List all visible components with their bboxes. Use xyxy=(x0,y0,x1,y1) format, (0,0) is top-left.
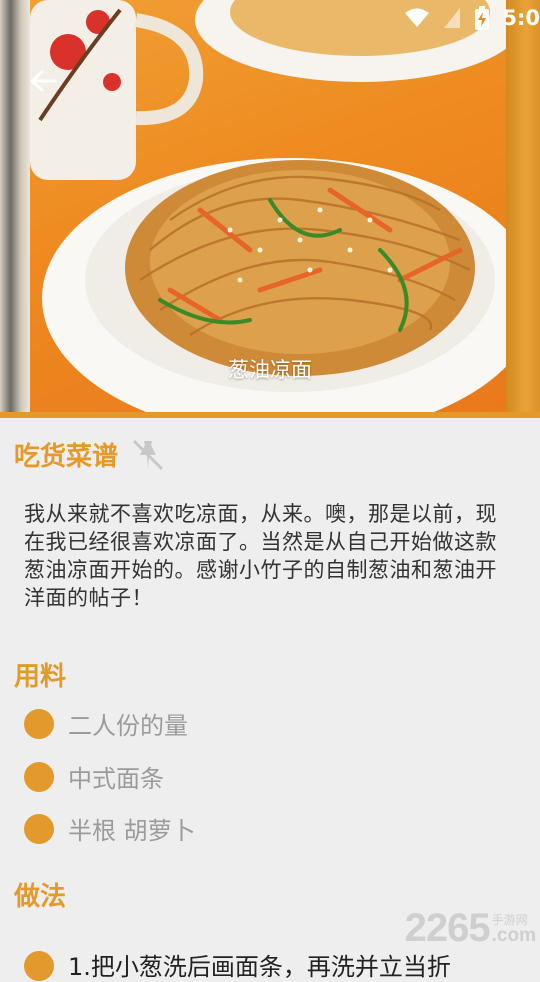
step-item: 1.把小葱洗后画面条，再洗并立当折 xyxy=(24,947,451,982)
recipe-hero-image: 5:0 葱油凉面 xyxy=(0,0,540,414)
recipe-name-caption: 葱油凉面 xyxy=(228,358,312,382)
ingredient-item: 中式面条 xyxy=(24,759,164,794)
watermark-com: .com xyxy=(491,925,536,946)
status-bar: 5:0 xyxy=(0,0,540,38)
bullet-dot-icon xyxy=(24,951,54,981)
header-row: 吃货菜谱 xyxy=(14,436,166,473)
back-button[interactable] xyxy=(24,62,62,100)
ingredients-heading: 用料 xyxy=(14,662,67,692)
bullet-dot-icon xyxy=(24,708,54,739)
steps-heading: 做法 xyxy=(14,882,67,912)
wifi-icon xyxy=(405,8,430,27)
ingredient-label: 中式面条 xyxy=(68,765,164,793)
ingredient-item: 二人份的量 xyxy=(24,706,188,741)
arrow-left-icon xyxy=(30,70,57,92)
signal-icon xyxy=(444,8,461,28)
watermark-logo: 2265 手游网 .com xyxy=(405,906,536,951)
step-text: 1.把小葱洗后画面条，再洗并立当折 xyxy=(68,953,451,981)
ingredient-label: 二人份的量 xyxy=(68,712,188,740)
ingredient-item: 半根 胡萝卜 xyxy=(24,811,196,846)
photo-right-frame xyxy=(506,0,540,414)
ingredient-label: 半根 胡萝卜 xyxy=(68,817,196,845)
hero-divider xyxy=(0,412,540,418)
bullet-dot-icon xyxy=(24,761,54,792)
app-title: 吃货菜谱 xyxy=(14,442,119,472)
recipe-intro: 我从来就不喜欢吃凉面，从来。噢，那是以前，现在我已经很喜欢凉面了。当然是从自己开… xyxy=(24,502,497,610)
battery-charging-icon xyxy=(475,6,490,30)
bullet-dot-icon xyxy=(24,813,54,844)
watermark-number: 2265 xyxy=(404,906,491,950)
status-time: 5:0 xyxy=(502,6,540,30)
noodle-photo-illustration xyxy=(30,0,538,414)
unpin-icon[interactable] xyxy=(130,437,166,473)
